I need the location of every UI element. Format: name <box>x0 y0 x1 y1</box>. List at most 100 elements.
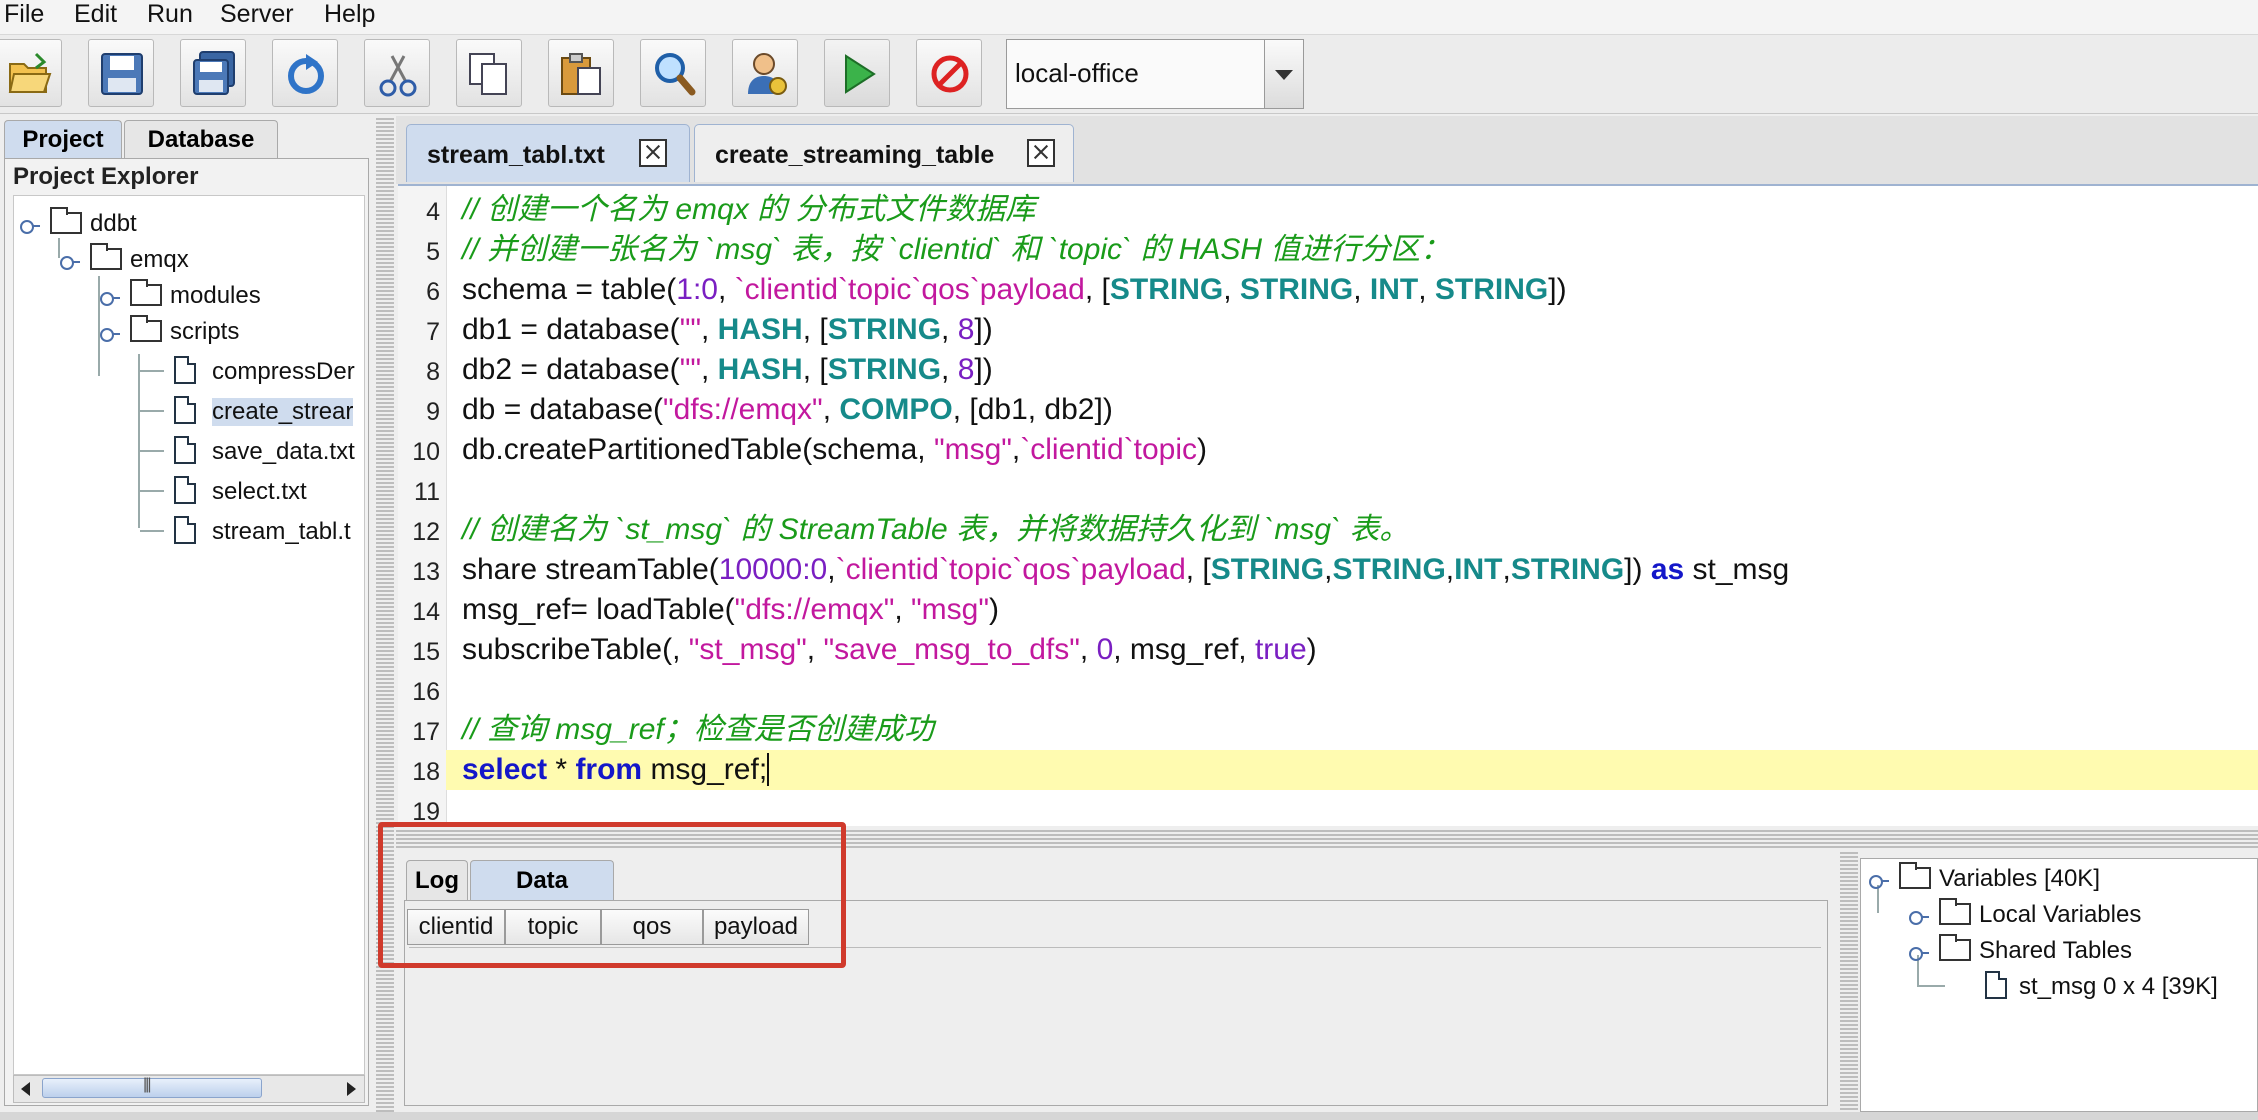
tree-file-label: save_data.txt <box>212 438 355 465</box>
scroll-left-icon[interactable] <box>14 1076 40 1102</box>
expand-handle-icon[interactable] <box>20 220 40 234</box>
code-line[interactable]: msg_ref= loadTable("dfs://emqx", "msg") <box>462 590 999 630</box>
horizontal-scrollbar[interactable] <box>13 1075 365 1103</box>
expand-handle-icon[interactable] <box>1909 911 1929 925</box>
code-line[interactable]: // 创建一个名为 emqx 的 分布式文件数据库 <box>462 190 1035 230</box>
folder-icon <box>1939 898 1971 925</box>
local-variables-label: Local Variables <box>1979 901 2142 928</box>
server-select-value: local-office <box>1015 58 1139 88</box>
menu-edit[interactable]: Edit <box>74 0 117 34</box>
refresh-button[interactable] <box>272 39 338 107</box>
line-number: 7 <box>426 318 440 346</box>
menu-help[interactable]: Help <box>324 0 375 34</box>
variables-root[interactable]: Variables [40K] <box>1861 861 2251 895</box>
project-tree: ddbt emqx modules scripts compressDer cr… <box>13 195 365 1075</box>
scrollbar-thumb[interactable] <box>42 1076 262 1098</box>
local-variables-node[interactable]: Local Variables <box>1861 897 2251 931</box>
expand-handle-icon[interactable] <box>1869 875 1889 889</box>
folder-icon <box>130 315 162 342</box>
save-icon <box>101 53 143 95</box>
tree-node-modules[interactable]: modules <box>14 278 354 312</box>
line-number: 17 <box>412 718 440 746</box>
code-line[interactable]: share streamTable(10000:0,`clientid`topi… <box>462 550 1789 590</box>
server-select[interactable]: local-office <box>1006 39 1304 109</box>
code-line[interactable]: // 查询 msg_ref；检查是否创建成功 <box>462 710 934 750</box>
code-line[interactable]: // 创建名为 `st_msg` 的 StreamTable 表，并将数据持久化… <box>462 510 1409 550</box>
expand-handle-icon[interactable] <box>100 292 120 306</box>
file-icon <box>1985 971 2007 999</box>
code-line[interactable]: schema = table(1:0, `clientid`topic`qos`… <box>462 270 1567 310</box>
shared-tables-label: Shared Tables <box>1979 937 2132 964</box>
variables-root-label: Variables [40K] <box>1939 865 2100 892</box>
menu-file[interactable]: File <box>4 0 44 34</box>
annotation-highlight-box <box>378 822 846 968</box>
variables-splitter[interactable] <box>1840 850 1858 1112</box>
copy-icon <box>469 53 507 95</box>
tab-stream-tabl[interactable]: stream_tabl.txt <box>406 124 690 182</box>
tree-file-item[interactable]: compressDer <box>14 354 364 388</box>
expand-handle-icon[interactable] <box>1909 947 1929 961</box>
paste-button[interactable] <box>548 39 614 107</box>
code-line[interactable]: db = database("dfs://emqx", COMPO, [db1,… <box>462 390 1113 430</box>
tree-node-emqx[interactable]: emqx <box>14 242 354 276</box>
tab-database[interactable]: Database <box>124 120 278 158</box>
cut-button[interactable] <box>364 39 430 107</box>
close-icon[interactable] <box>639 139 667 167</box>
user-settings-icon <box>748 53 787 95</box>
refresh-icon <box>288 54 324 94</box>
code-line[interactable]: db.createPartitionedTable(schema, "msg",… <box>462 430 1207 470</box>
file-icon <box>174 476 196 504</box>
expand-handle-icon[interactable] <box>100 328 120 342</box>
tree-file-label: stream_tabl.t <box>212 518 351 545</box>
copy-button[interactable] <box>456 39 522 107</box>
folder-icon <box>90 243 122 270</box>
code-line[interactable]: // 并创建一张名为 `msg` 表，按 `clientid` 和 `topic… <box>462 230 1450 270</box>
tree-node-ddbt[interactable]: ddbt <box>14 206 354 240</box>
chevron-down-icon[interactable] <box>1264 40 1303 108</box>
tree-file-item-selected[interactable]: create_strear <box>14 394 364 428</box>
tree-file-item[interactable]: stream_tabl.t <box>14 514 364 548</box>
line-number: 15 <box>412 638 440 666</box>
save-button[interactable] <box>88 39 154 107</box>
code-line[interactable]: db1 = database("", HASH, [STRING, 8]) <box>462 310 993 350</box>
tree-file-item[interactable]: save_data.txt <box>14 434 364 468</box>
line-number: 14 <box>412 598 440 626</box>
line-number: 8 <box>426 358 440 386</box>
data-grid <box>409 947 1821 1100</box>
code-line[interactable]: db2 = database("", HASH, [STRING, 8]) <box>462 350 993 390</box>
open-button[interactable] <box>0 39 62 107</box>
shared-tables-node[interactable]: Shared Tables <box>1861 933 2251 967</box>
close-icon[interactable] <box>1027 139 1055 167</box>
line-number: 9 <box>426 398 440 426</box>
search-button[interactable] <box>640 39 706 107</box>
line-number: 4 <box>426 198 440 226</box>
user-settings-button[interactable] <box>732 39 798 107</box>
expand-handle-icon[interactable] <box>60 256 80 270</box>
tab-create-streaming-table[interactable]: create_streaming_table <box>694 124 1074 182</box>
folder-icon <box>130 279 162 306</box>
code-line[interactable]: subscribeTable(, "st_msg", "save_msg_to_… <box>462 630 1317 670</box>
st-msg-variable[interactable]: st_msg 0 x 4 [39K] <box>1861 969 2251 1003</box>
menu-run[interactable]: Run <box>147 0 193 34</box>
folder-icon <box>1899 862 1931 889</box>
run-button[interactable] <box>824 39 890 107</box>
folder-icon <box>1939 934 1971 961</box>
tab-label: stream_tabl.txt <box>427 141 605 169</box>
st-msg-label: st_msg 0 x 4 [39K] <box>2019 973 2218 1000</box>
file-icon <box>174 396 196 424</box>
save-all-button[interactable] <box>180 39 246 107</box>
line-number: 6 <box>426 278 440 306</box>
open-icon <box>8 52 52 93</box>
tree-node-label: emqx <box>130 246 189 273</box>
code-line[interactable]: select * from msg_ref; <box>446 750 2258 790</box>
line-number: 12 <box>412 518 440 546</box>
menu-server[interactable]: Server <box>220 0 294 34</box>
tree-file-item[interactable]: select.txt <box>14 474 364 508</box>
tab-project[interactable]: Project <box>4 120 122 158</box>
code-editor[interactable]: 4 5 6 7 8 9 10 11 12 13 14 15 16 17 18 1… <box>398 184 2258 826</box>
scroll-right-icon[interactable] <box>338 1076 364 1102</box>
stop-button[interactable] <box>916 39 982 107</box>
tree-node-scripts[interactable]: scripts <box>14 314 354 348</box>
line-number: 13 <box>412 558 440 586</box>
line-number: 10 <box>412 438 440 466</box>
